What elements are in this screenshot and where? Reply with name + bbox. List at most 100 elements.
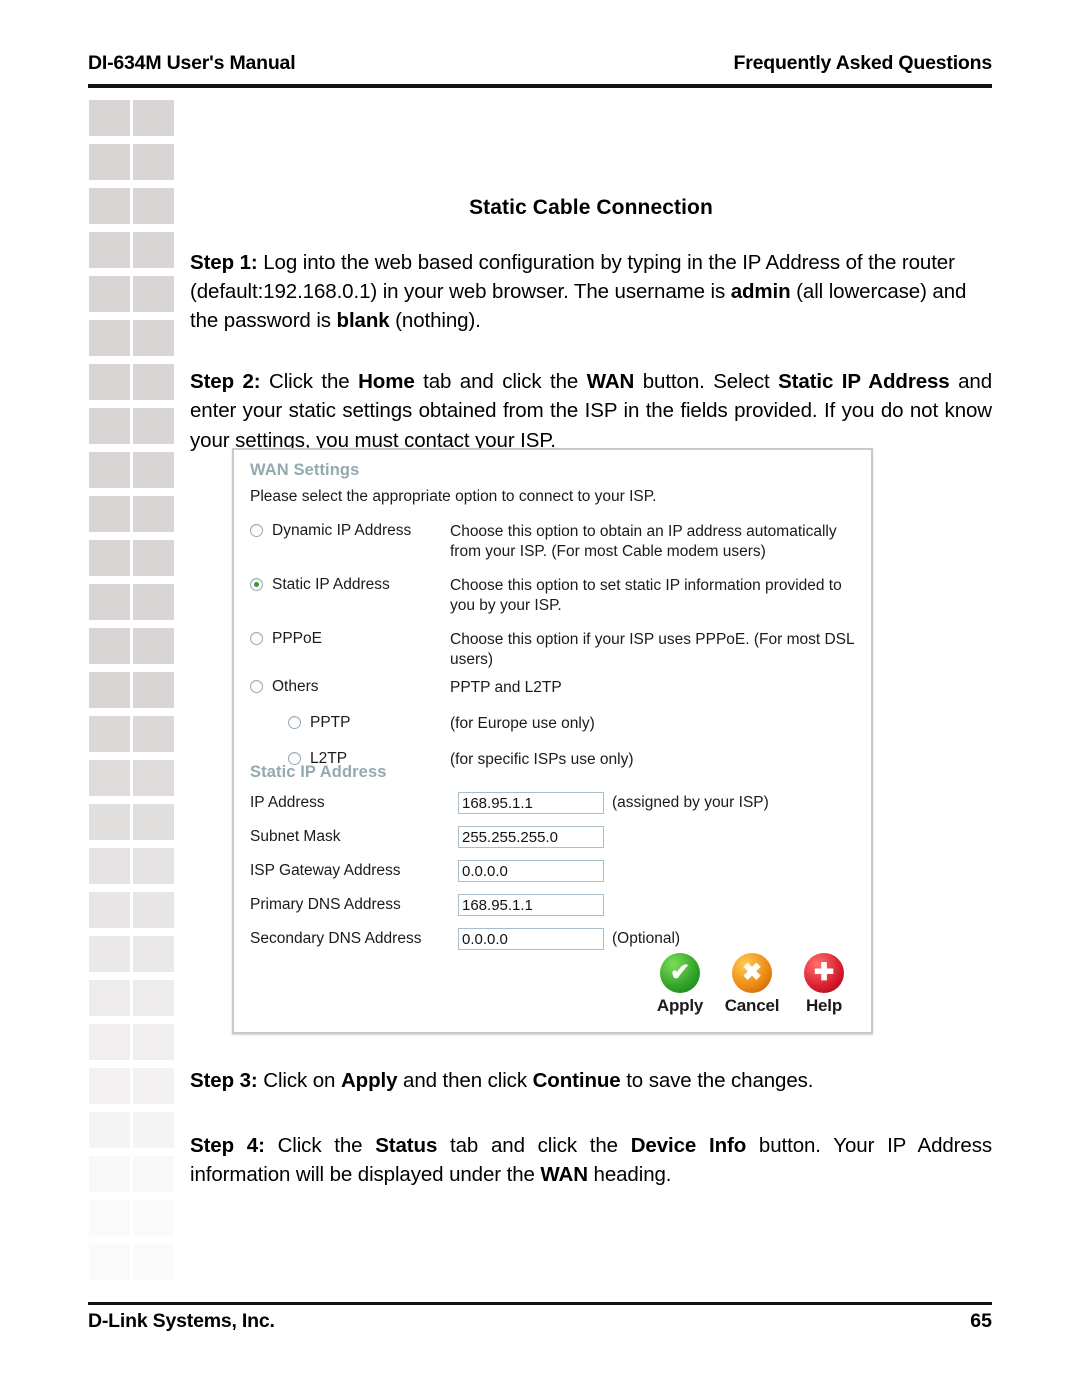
decorative-square bbox=[89, 892, 130, 928]
cancel-button[interactable]: ✖ Cancel bbox=[721, 953, 783, 1016]
wan-option-description: (for specific ISPs use only) bbox=[450, 751, 634, 768]
decorative-square bbox=[133, 144, 174, 180]
step-4-text-d: heading. bbox=[587, 1163, 672, 1187]
radio-button-pptp[interactable] bbox=[288, 716, 301, 729]
decorative-square bbox=[133, 1024, 174, 1060]
step-2-bold-wan: WAN bbox=[586, 370, 635, 394]
green-check-icon[interactable]: ✔ bbox=[660, 953, 700, 993]
decorative-square bbox=[89, 1200, 130, 1236]
decorative-square bbox=[89, 804, 130, 840]
wan-option-row[interactable]: Others PPTP and L2TP bbox=[250, 678, 860, 698]
footer-company-name: D-Link Systems, Inc. bbox=[88, 1310, 275, 1332]
step-2-text-c: button. Select bbox=[634, 370, 779, 394]
decorative-square bbox=[89, 540, 130, 576]
step-3-text-a: Click on bbox=[257, 1069, 341, 1092]
wan-option-description: Choose this option to obtain an IP addre… bbox=[450, 523, 837, 561]
step-2-text-b: tab and click the bbox=[414, 370, 587, 394]
step-4-label: Step 4: bbox=[190, 1134, 265, 1158]
footer-divider bbox=[88, 1302, 992, 1305]
page-header: DI-634M User's Manual Frequently Asked Q… bbox=[88, 52, 992, 75]
red-plus-icon[interactable]: ✚ bbox=[804, 953, 844, 993]
step-1-text-c: (nothing). bbox=[389, 309, 481, 333]
wan-option-row[interactable]: PPPoE Choose this option if your ISP uses… bbox=[250, 630, 860, 671]
decorative-square bbox=[133, 408, 174, 444]
decorative-square bbox=[133, 452, 174, 488]
wan-option-label: PPPoE bbox=[272, 630, 322, 647]
wan-option-label: Static IP Address bbox=[272, 576, 390, 593]
radio-button-others[interactable] bbox=[250, 680, 263, 693]
primary-dns-address-input[interactable] bbox=[458, 894, 604, 916]
step-4-bold-wan: WAN bbox=[540, 1163, 588, 1187]
wan-option-row[interactable]: Dynamic IP Address Choose this option to … bbox=[250, 522, 860, 563]
step-2-bold-static-ip: Static IP Address bbox=[778, 370, 950, 394]
header-manual-title: DI-634M User's Manual bbox=[88, 52, 296, 74]
static-ip-field-row: Secondary DNS Address (Optional) bbox=[250, 927, 860, 951]
decorative-square bbox=[133, 496, 174, 532]
decorative-square bbox=[89, 276, 130, 312]
step-3-label: Step 3: bbox=[190, 1069, 258, 1092]
wan-option-label-cell[interactable]: PPTP bbox=[250, 714, 450, 734]
decorative-square bbox=[89, 1244, 130, 1280]
decorative-square bbox=[133, 276, 174, 312]
radio-button-pppoe[interactable] bbox=[250, 632, 263, 645]
step-4-bold-device-info: Device Info bbox=[630, 1134, 747, 1158]
secondary-dns-address-input[interactable] bbox=[458, 928, 604, 950]
step-3-bold-continue: Continue bbox=[532, 1069, 621, 1092]
decorative-square bbox=[89, 584, 130, 620]
apply-button[interactable]: ✔ Apply bbox=[649, 953, 711, 1016]
radio-button-dynamic-ip-address[interactable] bbox=[250, 524, 263, 537]
decorative-square bbox=[133, 628, 174, 664]
radio-button-static-ip-address[interactable] bbox=[250, 578, 263, 591]
wan-settings-panel: WAN Settings Please select the appropria… bbox=[232, 448, 873, 1034]
help-button[interactable]: ✚ Help bbox=[793, 953, 855, 1016]
step-2-text-a: Click the bbox=[260, 370, 359, 394]
field-label: Secondary DNS Address bbox=[250, 930, 422, 947]
decorative-square bbox=[89, 716, 130, 752]
page-content-top: Static Cable Connection Step 1: Log into… bbox=[190, 196, 992, 455]
wan-settings-intro-text: Please select the appropriate option to … bbox=[250, 488, 657, 505]
decorative-square bbox=[89, 672, 130, 708]
decorative-square bbox=[133, 232, 174, 268]
wan-option-label-cell[interactable]: Static IP Address bbox=[250, 576, 450, 617]
decorative-square bbox=[133, 936, 174, 972]
decorative-square bbox=[89, 144, 130, 180]
wan-option-label-cell[interactable]: Dynamic IP Address bbox=[250, 522, 450, 563]
wan-option-description: (for Europe use only) bbox=[450, 715, 595, 732]
page-title: Static Cable Connection bbox=[469, 196, 713, 219]
wan-option-label-cell[interactable]: PPPoE bbox=[250, 630, 450, 671]
cancel-button-label: Cancel bbox=[724, 996, 780, 1015]
wan-option-label: Others bbox=[272, 678, 319, 695]
field-hint: (assigned by your ISP) bbox=[612, 794, 769, 811]
decorative-square bbox=[133, 672, 174, 708]
decorative-square bbox=[133, 892, 174, 928]
decorative-square bbox=[133, 1156, 174, 1192]
decorative-square bbox=[89, 496, 130, 532]
field-label: IP Address bbox=[250, 794, 325, 811]
isp-gateway-address-input[interactable] bbox=[458, 860, 604, 882]
decorative-square bbox=[89, 1024, 130, 1060]
decorative-square bbox=[133, 804, 174, 840]
decorative-square bbox=[89, 1112, 130, 1148]
static-ip-field-row: IP Address (assigned by your ISP) bbox=[250, 791, 860, 815]
step-2-paragraph: Step 2: Click the Home tab and click the… bbox=[190, 367, 992, 454]
step-4-paragraph: Step 4: Click the Status tab and click t… bbox=[190, 1131, 992, 1189]
wan-option-label-cell[interactable]: Others bbox=[250, 678, 450, 698]
ip-address-input[interactable] bbox=[458, 792, 604, 814]
decorative-square bbox=[133, 364, 174, 400]
page-footer: D-Link Systems, Inc. 65 bbox=[88, 1310, 992, 1333]
wan-option-row[interactable]: Static IP Address Choose this option to s… bbox=[250, 576, 860, 617]
decorative-square bbox=[89, 628, 130, 664]
field-label: Subnet Mask bbox=[250, 828, 341, 845]
decorative-square bbox=[89, 100, 130, 136]
decorative-square bbox=[133, 1200, 174, 1236]
step-1-paragraph: Step 1: Log into the web based configura… bbox=[190, 248, 992, 335]
decorative-square bbox=[89, 232, 130, 268]
orange-cross-icon[interactable]: ✖ bbox=[732, 953, 772, 993]
field-label: ISP Gateway Address bbox=[250, 862, 401, 879]
static-ip-section-heading: Static IP Address bbox=[250, 763, 387, 781]
wan-option-description: Choose this option to set static IP info… bbox=[450, 577, 842, 615]
decorative-square bbox=[133, 1112, 174, 1148]
subnet-mask-input[interactable] bbox=[458, 826, 604, 848]
wan-option-row[interactable]: PPTP (for Europe use only) bbox=[250, 714, 860, 734]
panel-action-buttons: ✔ Apply ✖ Cancel ✚ Help bbox=[649, 953, 855, 1016]
